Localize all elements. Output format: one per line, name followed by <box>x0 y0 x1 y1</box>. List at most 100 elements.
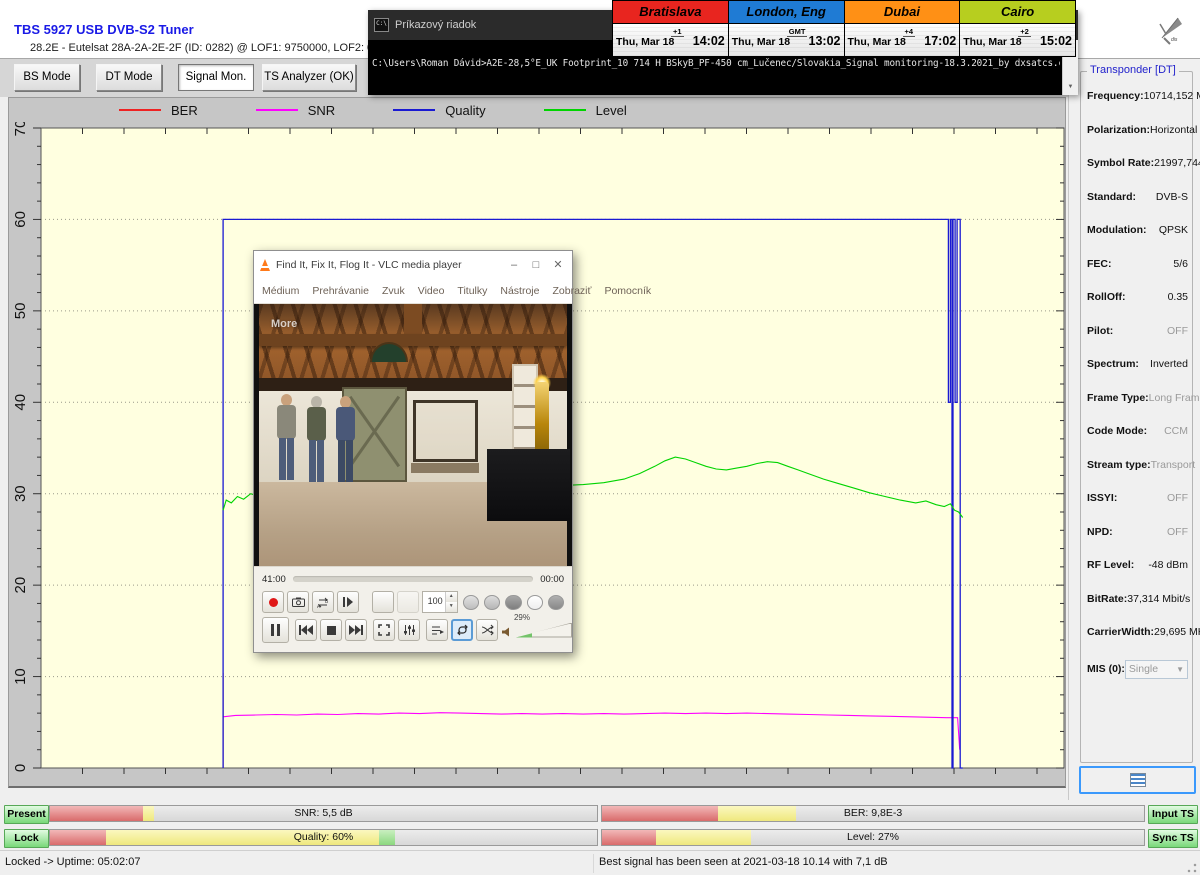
bs-mode-button[interactable]: BS Mode <box>14 64 80 91</box>
playlist-button[interactable] <box>426 619 448 641</box>
transponder-row: Modulation:QPSK <box>1087 224 1188 236</box>
transponder-title: Transponder [DT] <box>1087 64 1179 76</box>
volume-percent: 29% <box>514 613 530 622</box>
elapsed-time: 41:00 <box>262 574 286 585</box>
person-silhouette <box>333 396 359 484</box>
transponder-row: ISSYI:OFF <box>1087 492 1188 504</box>
clock-london: London, Eng Thu, Mar 18 GMT 13:02 <box>729 1 844 56</box>
vlc-menu-titulky[interactable]: Titulky <box>457 285 487 297</box>
snapshot-button[interactable] <box>287 591 309 613</box>
stream-list-button[interactable] <box>1079 766 1196 794</box>
transponder-row: RF Level:-48 dBm <box>1087 559 1188 571</box>
y-axis-label-40: 40 <box>12 394 29 411</box>
clock-date: Thu, Mar 18 <box>732 36 790 48</box>
vlc-titlebar[interactable]: Find It, Fix It, Flog It - VLC media pla… <box>254 251 572 278</box>
vlc-controls: 41:00 00:00 AB 100 ▲▼ <box>254 566 572 652</box>
vlc-menu-pomocník[interactable]: Pomocník <box>604 285 651 297</box>
clock-date: Thu, Mar 18 <box>963 36 1021 48</box>
input-ts-indicator: Input TS <box>1148 805 1198 824</box>
clock-city-label: Dubai <box>845 1 960 24</box>
stream-list-icon <box>1130 773 1146 787</box>
vlc-menu-nástroje[interactable]: Nástroje <box>500 285 539 297</box>
maximize-button[interactable]: □ <box>528 259 544 271</box>
scroll-down-icon[interactable]: ▼ <box>1063 81 1078 94</box>
docked-playlist-button[interactable] <box>372 591 394 613</box>
y-axis-label-60: 60 <box>12 211 29 228</box>
clock-date: Thu, Mar 18 <box>848 36 906 48</box>
person-silhouette <box>304 396 330 484</box>
signal-mon-tab[interactable]: Signal Mon. <box>178 64 254 91</box>
transponder-row: Polarization:Horizontal <box>1087 124 1188 136</box>
svg-text:dis: dis <box>1171 37 1178 43</box>
seek-bar[interactable] <box>293 576 533 582</box>
y-axis-label-70: 70 <box>12 122 29 136</box>
equalizer-button[interactable] <box>398 619 420 641</box>
vlc-menu-prehrávanie[interactable]: Prehrávanie <box>312 285 369 297</box>
signal-status-area: Present SNR: 5,5 dB BER: 9,8E-3 Input TS… <box>0 800 1200 850</box>
ab-loop-button[interactable]: AB <box>312 591 334 613</box>
sync-ts-indicator: Sync TS <box>1148 829 1198 848</box>
resize-grip[interactable] <box>1187 863 1197 873</box>
shuffle-button[interactable] <box>476 619 498 641</box>
vlc-window-title: Find It, Fix It, Flog It - VLC media pla… <box>276 259 500 271</box>
video-frame-barn-scene: More <box>259 304 567 569</box>
vlc-video-area[interactable]: More <box>254 304 572 569</box>
vlc-menu-médium[interactable]: Médium <box>262 285 299 297</box>
toggle-oval-2[interactable] <box>484 595 500 610</box>
legend-line-swatch <box>544 109 586 111</box>
transponder-row: BitRate:37,314 Mbit/s <box>1087 593 1188 605</box>
next-button[interactable] <box>345 619 367 641</box>
vlc-menu-video[interactable]: Video <box>418 285 445 297</box>
toggle-oval-3[interactable] <box>505 595 521 610</box>
vlc-menu-zobraziť[interactable]: Zobraziť <box>552 285 591 297</box>
legend-item-snr: SNR <box>256 103 335 118</box>
fullscreen-button[interactable] <box>373 619 395 641</box>
minimize-button[interactable]: – <box>506 259 522 271</box>
vlc-window[interactable]: Find It, Fix It, Flog It - VLC media pla… <box>253 250 573 653</box>
transponder-row: FEC:5/6 <box>1087 258 1188 270</box>
transponder-row: Spectrum:Inverted <box>1087 358 1188 370</box>
mis-select[interactable]: Single▼ <box>1125 660 1188 679</box>
docked-playlist-button-disabled <box>397 591 419 613</box>
clock-city-label: Cairo <box>960 1 1075 24</box>
pause-button[interactable] <box>262 617 289 643</box>
y-axis-label-20: 20 <box>12 577 29 594</box>
clock-utc-offset: +2 <box>1018 27 1031 37</box>
quality-bar: Quality: 60% <box>49 829 598 846</box>
best-signal-status: Best signal has been seen at 2021-03-18 … <box>599 856 888 868</box>
clock-city-label: Bratislava <box>613 1 728 24</box>
app-window: TBS 5927 USB DVB-S2 Tuner 28.2E - Eutels… <box>0 0 1200 875</box>
volume-slider[interactable] <box>516 623 572 638</box>
volume-control[interactable]: 29% <box>501 623 574 638</box>
ts-analyzer-tab[interactable]: TS Analyzer (OK) <box>262 64 356 91</box>
previous-button[interactable] <box>295 619 317 641</box>
svg-text:B: B <box>325 599 329 605</box>
dt-mode-button[interactable]: DT Mode <box>96 64 162 91</box>
legend-line-swatch <box>256 109 298 111</box>
total-time: 00:00 <box>540 574 564 585</box>
stop-button[interactable] <box>320 619 342 641</box>
level-bar-label: Level: 27% <box>602 830 1144 845</box>
clock-bratislava: Bratislava Thu, Mar 18 +1 14:02 <box>613 1 728 56</box>
close-button[interactable]: ✕ <box>550 258 566 271</box>
loop-button[interactable] <box>451 619 473 641</box>
record-button[interactable] <box>262 591 284 613</box>
clock-utc-offset: +4 <box>903 27 916 37</box>
level-bar: Level: 27% <box>601 829 1145 846</box>
legend-line-swatch <box>393 109 435 111</box>
satellite-dish-icon: dis <box>1156 14 1186 46</box>
vlc-menu-zvuk[interactable]: Zvuk <box>382 285 405 297</box>
frame-step-button[interactable] <box>337 591 359 613</box>
toggle-oval-1[interactable] <box>463 595 479 610</box>
toggle-oval-5[interactable] <box>548 595 564 610</box>
toggle-oval-4[interactable] <box>527 595 543 610</box>
world-clocks-panel: Bratislava Thu, Mar 18 +1 14:02 London, … <box>612 0 1076 57</box>
transponder-groupbox: Transponder [DT] Frequency:10714,152 MHz… <box>1080 71 1193 763</box>
person-silhouette <box>274 394 300 482</box>
transponder-row: Code Mode:CCM <box>1087 425 1188 437</box>
quality-bar-label: Quality: 60% <box>50 830 597 845</box>
legend-item-ber: BER <box>119 103 198 118</box>
speed-spinbox[interactable]: 100 ▲▼ <box>422 591 458 613</box>
page-title: TBS 5927 USB DVB-S2 Tuner <box>14 22 194 37</box>
transponder-row: Frequency:10714,152 MHz <box>1087 90 1188 102</box>
